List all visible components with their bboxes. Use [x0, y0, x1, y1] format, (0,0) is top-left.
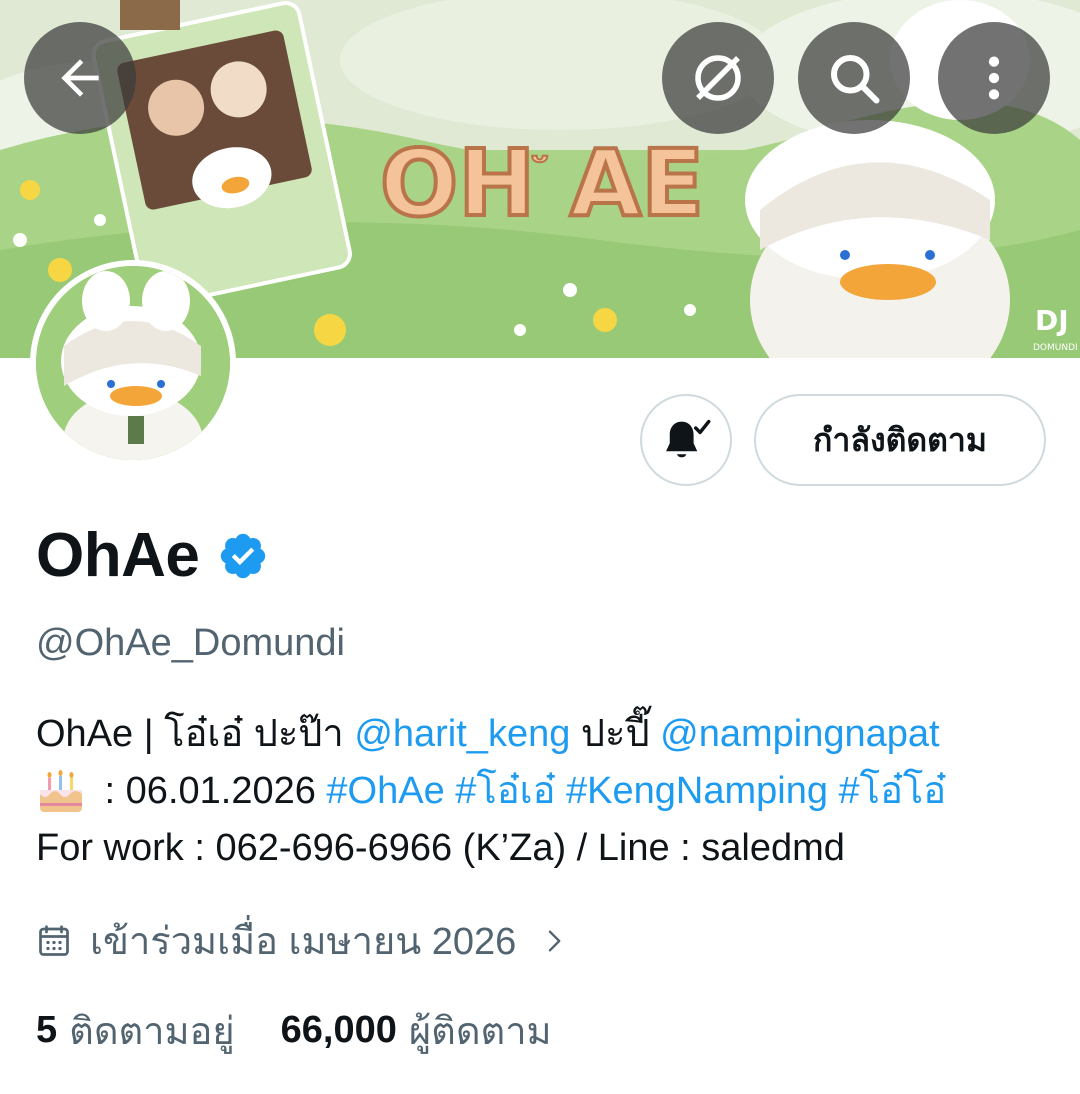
- bio-line-2: : 06.01.2026 #OhAe #โอ๋เอ๋ #KengNamping …: [36, 763, 1056, 820]
- svg-text:DJ: DJ: [1035, 304, 1069, 337]
- notifications-button[interactable]: [640, 394, 732, 486]
- svg-text:DOMUNDI: DOMUNDI: [1033, 343, 1078, 353]
- bell-check-icon: [666, 419, 711, 458]
- svg-text:AE: AE: [570, 130, 704, 237]
- calendar-icon: [39, 924, 69, 956]
- birthday-cake-icon: [40, 769, 82, 812]
- bio-line-3: For work : 062-696-6966 (K’Za) / Line : …: [36, 820, 1056, 877]
- following-label: ติดตามอยู่: [69, 1011, 235, 1053]
- birthday-date: : 06.01.2026: [94, 770, 327, 812]
- profile-bio: OhAe | โอ๋เอ๋ ปะป๊า @harit_keng ปะปี๊ @n…: [36, 706, 1056, 877]
- mention-link[interactable]: @nampingnapat: [660, 706, 939, 763]
- work-contact: For work : 062-696-6966 (K’Za) / Line : …: [36, 827, 845, 869]
- profile-avatar[interactable]: [30, 260, 236, 466]
- followers-label: ผู้ติดตาม: [408, 1011, 552, 1053]
- followers-stat[interactable]: 66,000 ผู้ติดตาม: [281, 1000, 552, 1061]
- avatar-mascot-image: [36, 266, 230, 460]
- chevron-right-icon: [549, 930, 561, 951]
- verified-badge-icon[interactable]: [217, 530, 269, 582]
- bio-line-1: OhAe | โอ๋เอ๋ ปะป๊า @harit_keng ปะปี๊ @n…: [36, 706, 1056, 763]
- svg-text:ᵕ: ᵕ: [530, 139, 550, 185]
- more-options-button[interactable]: [938, 22, 1050, 134]
- search-icon: [831, 55, 880, 104]
- joined-date-row[interactable]: เข้าร่วมเมื่อ เมษายน 2026: [36, 910, 568, 971]
- search-button[interactable]: [798, 22, 910, 134]
- profile-name-row: OhAe: [36, 520, 269, 591]
- grok-button[interactable]: [662, 22, 774, 134]
- slashed-circle-icon: [695, 55, 741, 101]
- display-name: OhAe: [36, 521, 200, 590]
- bio-text: OhAe | โอ๋เอ๋ ปะป๊า: [36, 713, 355, 755]
- following-stat[interactable]: 5 ติดตามอยู่: [36, 1000, 235, 1061]
- profile-handle: @OhAe_Domundi: [36, 622, 345, 664]
- bio-text: ปะปี๊: [570, 713, 661, 755]
- follow-stats: 5 ติดตามอยู่ 66,000 ผู้ติดตาม: [36, 1000, 552, 1061]
- following-count: 5: [36, 1009, 58, 1051]
- hashtag-links[interactable]: #OhAe #โอ๋เอ๋ #KengNamping #โอ๋โอ๋: [326, 763, 946, 820]
- back-button[interactable]: [24, 22, 136, 134]
- mention-link[interactable]: @harit_keng: [354, 706, 570, 763]
- joined-date-text: เข้าร่วมเมื่อ เมษายน 2026: [90, 921, 517, 963]
- following-button[interactable]: กำลังติดตาม: [754, 394, 1046, 486]
- arrow-left-icon: [61, 59, 99, 97]
- svg-text:OH: OH: [380, 130, 535, 237]
- followers-count: 66,000: [280, 1009, 397, 1051]
- more-vertical-icon: [988, 56, 1000, 100]
